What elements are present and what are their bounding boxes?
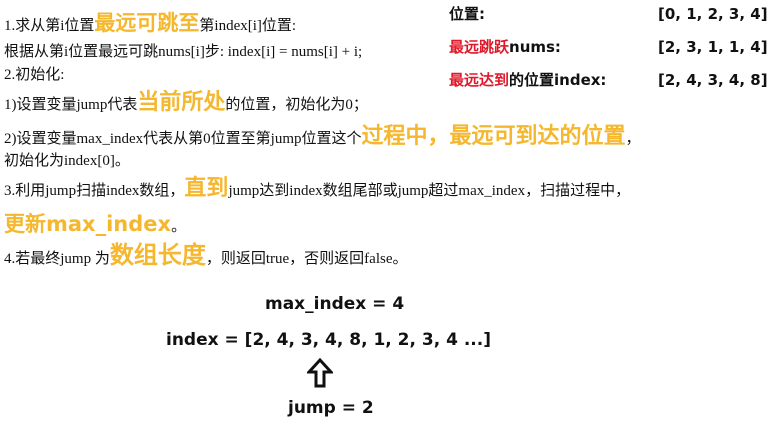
- step2-1-suffix: 的位置，初始化为0；: [225, 97, 368, 113]
- step4-highlight: 数组长度: [109, 241, 206, 269]
- step1-line2: 根据从第i位置最远可跳nums[i]步: index[i] = nums[i] …: [4, 44, 363, 60]
- table-row1-value: [0, 1, 2, 3, 4]: [658, 5, 768, 23]
- step2-2-highlight: 过程中，最远可到达的位置: [361, 124, 626, 149]
- step2-1-prefix: 1)设置变量jump代表: [4, 97, 138, 113]
- step2-1-highlight: 当前所处: [137, 90, 226, 115]
- step1-prefix: 1.求从第i位置: [4, 18, 95, 34]
- step3-suffix: jump达到index数组尾部或jump超过max_index，扫描过程中，: [228, 183, 631, 199]
- step1-line: 1.求从第i位置最远可跳至第index[i]位置:: [4, 11, 297, 35]
- step1-highlight: 最远可跳至: [94, 11, 200, 35]
- step2-2-line: 2)设置变量max_index代表从第0位置至第jump位置这个过程中，最远可到…: [4, 126, 641, 148]
- step4-prefix: 4.若最终jump 为: [4, 251, 110, 267]
- table-row2-label-rest: nums:: [509, 38, 561, 56]
- step2-2-prefix: 2)设置变量max_index代表从第0位置至第jump位置这个: [4, 131, 362, 147]
- example-jump: jump = 2: [288, 398, 374, 418]
- table-row3-label: 最远达到的位置index:: [449, 70, 606, 90]
- step2-2-suffix: ，: [625, 131, 641, 147]
- table-row3-value: [2, 4, 3, 4, 8]: [658, 71, 768, 89]
- step2-1-line: 1)设置变量jump代表当前所处的位置，初始化为0；: [4, 92, 368, 114]
- table-row2-label-red: 最远跳跃: [449, 38, 510, 56]
- step3-line: 3.利用jump扫描index数组，直到jump达到index数组尾部或jump…: [4, 178, 631, 200]
- step3-line2-suffix: 。: [171, 219, 187, 235]
- table-row3-label-rest: 的位置index:: [509, 71, 607, 89]
- step3-line2: 更新max_index。: [4, 208, 186, 238]
- table-row2-label: 最远跳跃nums:: [449, 37, 561, 57]
- hollow-up-arrow-icon: [305, 357, 335, 388]
- step3-highlight: 直到: [184, 176, 229, 201]
- table-row2-value: [2, 3, 1, 1, 4]: [658, 38, 768, 56]
- example-max-index: max_index = 4: [265, 294, 405, 314]
- example-index-array: index = [2, 4, 3, 4, 8, 1, 2, 3, 4 ...]: [166, 330, 491, 350]
- step2-2-line2: 初始化为index[0]。: [4, 153, 130, 169]
- step3-prefix: 3.利用jump扫描index数组，: [4, 183, 185, 199]
- step4-line: 4.若最终jump 为数组长度，则返回true，否则返回false。: [4, 243, 408, 268]
- step1-suffix: 第index[i]位置:: [199, 18, 297, 34]
- step2-title: 2.初始化:: [4, 67, 65, 83]
- table-row1-label: 位置:: [449, 5, 485, 23]
- step3-line2-highlight: 更新max_index: [4, 212, 172, 236]
- table-row3-label-red: 最远达到: [449, 71, 510, 89]
- step4-suffix: ，则返回true，否则返回false。: [205, 251, 408, 267]
